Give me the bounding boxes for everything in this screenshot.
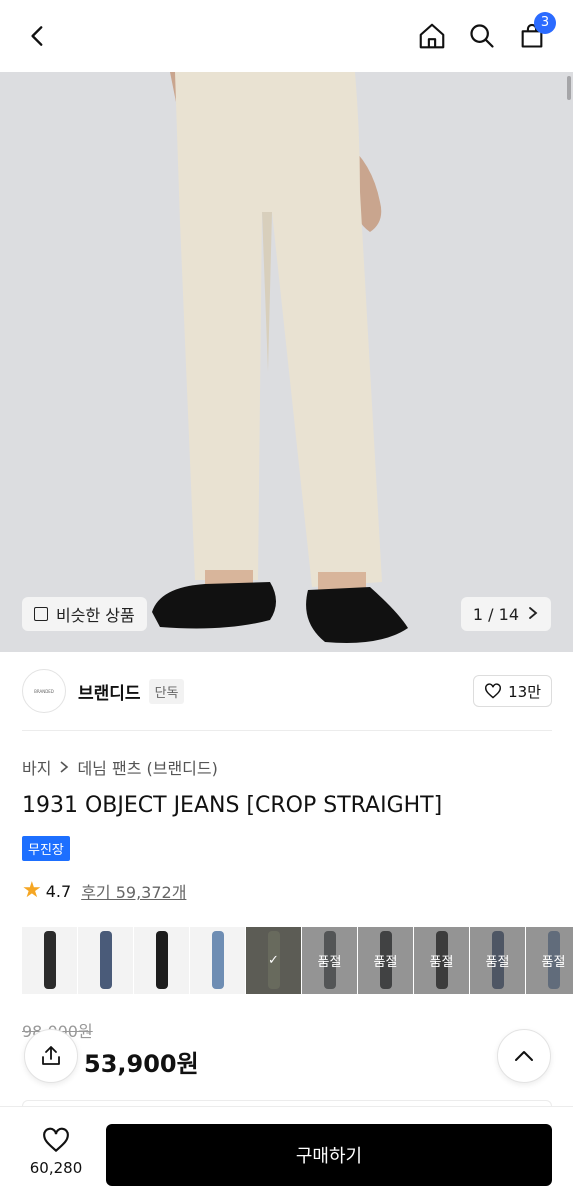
- option-thumbnail[interactable]: [78, 927, 133, 994]
- breadcrumb-category[interactable]: 바지: [22, 755, 51, 779]
- option-thumbnail[interactable]: 품절: [302, 927, 357, 994]
- sold-out-overlay: 품절: [526, 927, 573, 994]
- search-icon: [470, 24, 494, 48]
- rating-score: 4.7: [45, 881, 72, 901]
- brand-logo[interactable]: BRANDED: [22, 669, 66, 713]
- cart-count-badge: 3: [534, 12, 556, 34]
- wishlist-button[interactable]: 60,280: [18, 1127, 94, 1177]
- share-button[interactable]: [24, 1029, 78, 1083]
- chevron-right-icon: [527, 605, 539, 624]
- brand-logo-text: BRANDED: [34, 688, 54, 694]
- home-icon: [419, 23, 445, 49]
- brand-name[interactable]: 브랜디드: [78, 679, 141, 704]
- option-thumbnail[interactable]: [190, 927, 245, 994]
- option-thumbnail[interactable]: 품절: [358, 927, 413, 994]
- exclusive-badge: 단독: [148, 678, 185, 704]
- option-thumbnail[interactable]: [22, 927, 77, 994]
- option-thumbnail-image: [156, 931, 168, 989]
- option-thumbnail-image: [100, 931, 112, 989]
- sold-out-overlay: 품절: [414, 927, 469, 994]
- image-counter[interactable]: 1 / 14: [460, 597, 551, 631]
- divider: [22, 730, 552, 731]
- heart-icon: [485, 683, 502, 699]
- brand-like-button[interactable]: 13만: [473, 675, 552, 707]
- home-button[interactable]: [410, 14, 454, 58]
- chevron-right-icon: [60, 761, 69, 773]
- product-photo: [0, 72, 573, 652]
- buy-button[interactable]: 구매하기: [106, 1124, 552, 1186]
- option-thumbnail[interactable]: 품절: [470, 927, 525, 994]
- option-thumbnail[interactable]: 품절: [414, 927, 469, 994]
- breadcrumb-subcategory[interactable]: 데님 팬츠 (브랜디드): [77, 755, 217, 779]
- option-thumbnail[interactable]: [134, 927, 189, 994]
- breadcrumb: 바지 데님 팬츠 (브랜디드): [22, 755, 218, 779]
- image-counter-label: 1 / 14: [472, 604, 519, 624]
- similar-products-label: 비슷한 상품: [56, 606, 135, 625]
- option-thumbnail[interactable]: ✓: [246, 927, 301, 994]
- sold-out-overlay: 품절: [302, 927, 357, 994]
- scrollbar[interactable]: [567, 76, 571, 100]
- option-thumbnail-image: [44, 931, 56, 989]
- rating: ★ 4.7 후기 59,372개: [22, 879, 186, 903]
- top-bar: 3: [0, 0, 573, 72]
- sale-price: 53,900원: [84, 1050, 199, 1078]
- product-title: 1931 OBJECT JEANS [CROP STRAIGHT]: [22, 793, 443, 818]
- brand-row: BRANDED 브랜디드 단독 13만: [22, 668, 552, 714]
- similar-products-button[interactable]: 비슷한 상품: [22, 597, 147, 631]
- share-icon: [42, 1046, 60, 1065]
- heart-icon: [43, 1127, 69, 1153]
- star-icon: ★: [22, 878, 42, 903]
- option-thumbnails: ✓ 품절 품절 품절 품절 품절: [22, 927, 573, 994]
- bottom-bar: 60,280 구매하기: [0, 1106, 573, 1200]
- wishlist-count: 60,280: [29, 1159, 83, 1177]
- similar-icon: [34, 607, 48, 621]
- back-button[interactable]: [16, 14, 60, 58]
- selected-check-icon: ✓: [246, 927, 301, 994]
- chevron-up-icon: [515, 1051, 533, 1061]
- search-button[interactable]: [460, 14, 504, 58]
- brand-like-count: 13만: [508, 682, 541, 701]
- product-image[interactable]: 비슷한 상품 1 / 14: [0, 72, 573, 652]
- chevron-left-icon: [31, 26, 43, 46]
- sold-out-overlay: 품절: [358, 927, 413, 994]
- scroll-top-button[interactable]: [497, 1029, 551, 1083]
- cart-button[interactable]: 3: [510, 12, 556, 58]
- product-tag: 무진장: [22, 836, 70, 861]
- option-thumbnail-image: [212, 931, 224, 989]
- option-thumbnail[interactable]: 품절: [526, 927, 573, 994]
- sold-out-overlay: 품절: [470, 927, 525, 994]
- review-count-link[interactable]: 후기 59,372개: [81, 879, 186, 903]
